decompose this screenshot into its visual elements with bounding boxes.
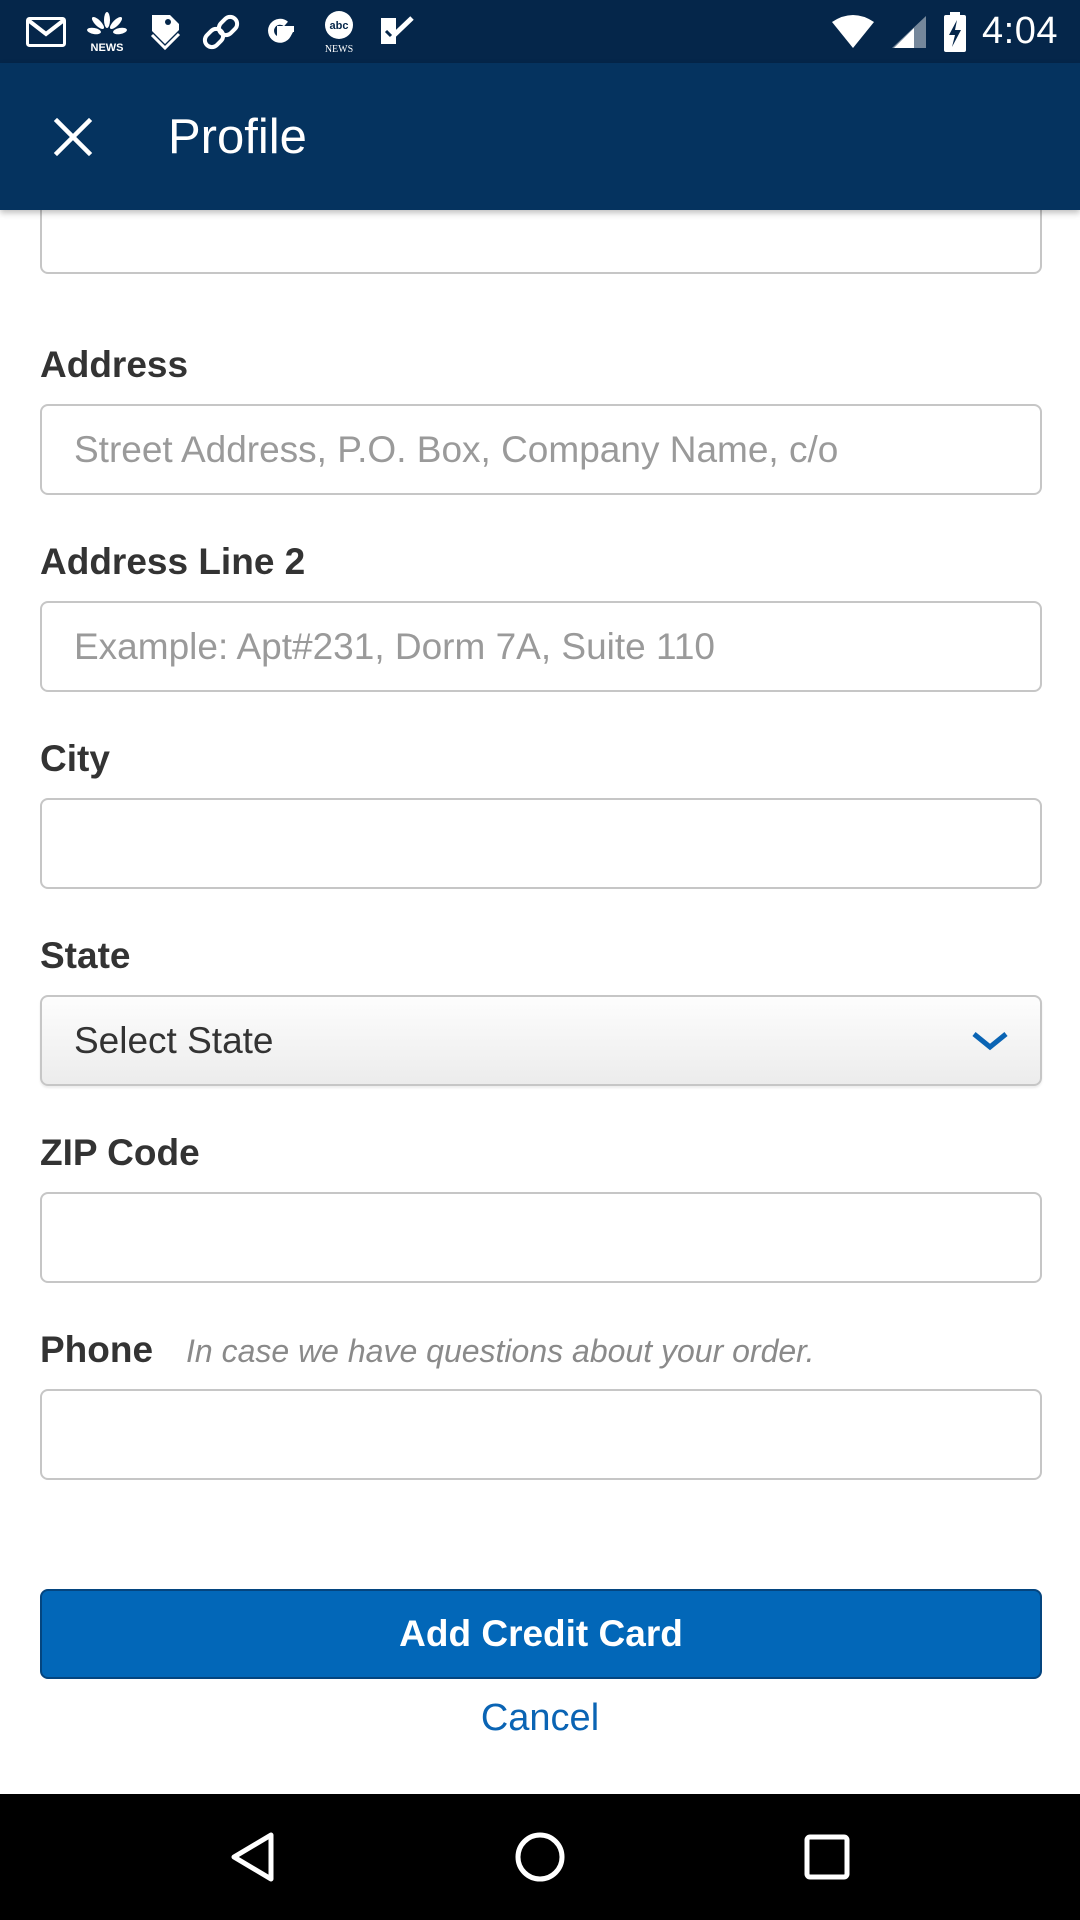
checkmark-tag-icon	[378, 14, 416, 50]
wifi-icon	[830, 14, 876, 50]
city-input[interactable]	[40, 798, 1042, 889]
svg-text:abc: abc	[330, 20, 349, 32]
close-icon	[53, 117, 93, 156]
google-icon	[260, 12, 300, 52]
recents-icon	[804, 1834, 850, 1880]
address-line-2-input[interactable]	[40, 601, 1042, 692]
tag-icon	[148, 13, 182, 51]
profile-form: Address Address Line 2 City State Select…	[0, 210, 1080, 1794]
state-label: State	[40, 935, 131, 976]
svg-text:NEWS: NEWS	[91, 42, 124, 53]
system-icons: 4:04	[816, 10, 1058, 53]
link-icon	[202, 13, 240, 51]
chevron-down-icon	[972, 1031, 1008, 1050]
home-icon	[515, 1832, 565, 1882]
notification-icons: NEWS abc NEWS	[26, 10, 436, 54]
state-select-value: Select State	[74, 1019, 274, 1061]
cancel-link[interactable]: Cancel	[0, 1688, 1080, 1748]
page-title: Profile	[168, 109, 307, 164]
battery-charging-icon	[942, 11, 968, 53]
navigation-bar	[0, 1794, 1080, 1920]
app-bar: Profile	[0, 63, 1080, 210]
city-label: City	[40, 738, 110, 779]
state-select[interactable]: Select State	[40, 995, 1042, 1086]
abc-news-icon: abc NEWS	[320, 10, 358, 54]
cell-signal-icon	[890, 14, 928, 50]
address-input[interactable]	[40, 404, 1042, 495]
home-button[interactable]	[480, 1797, 600, 1917]
nbc-news-icon: NEWS	[86, 11, 128, 53]
top-field-input[interactable]	[40, 210, 1042, 274]
address-label: Address	[40, 344, 189, 385]
address-line-2-label: Address Line 2	[40, 541, 306, 582]
zip-code-label: ZIP Code	[40, 1132, 200, 1173]
back-icon	[231, 1832, 274, 1882]
svg-text:NEWS: NEWS	[325, 44, 353, 54]
status-time: 4:04	[982, 10, 1058, 52]
phone-label: Phone	[40, 1329, 154, 1370]
recents-button[interactable]	[767, 1797, 887, 1917]
zip-code-input[interactable]	[40, 1192, 1042, 1283]
screen: NEWS abc NEWS 4:04 Profile Address Stree…	[0, 0, 1080, 1920]
close-button[interactable]	[28, 92, 118, 182]
back-button[interactable]	[193, 1797, 313, 1917]
status-bar: NEWS abc NEWS 4:04	[0, 0, 1080, 63]
phone-input[interactable]	[40, 1389, 1042, 1480]
add-credit-card-button[interactable]: Add Credit Card	[40, 1589, 1042, 1679]
gmail-icon	[26, 16, 66, 47]
phone-hint: In case we have questions about your ord…	[186, 1333, 815, 1369]
